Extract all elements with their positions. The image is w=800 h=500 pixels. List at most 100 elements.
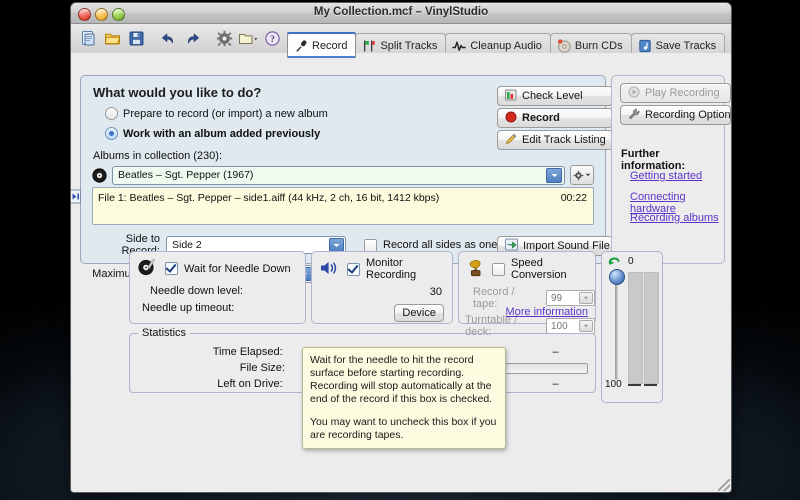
what-would-you-like-panel: What would you like to do? Prepare to re… — [80, 75, 606, 264]
side-to-record-value: Side 2 — [172, 239, 202, 251]
blue-note-icon — [638, 39, 652, 53]
open-folder-icon[interactable] — [101, 28, 123, 50]
level-bar-left — [628, 272, 643, 384]
tooltip-paragraph-2: You may want to uncheck this box if you … — [310, 416, 498, 442]
needle-down-level-label: Needle down level: — [150, 285, 243, 297]
album-combo-box[interactable]: Beatles – Sgt. Pepper (1967) — [112, 166, 565, 185]
meter-bottom-value: 100 — [605, 379, 622, 390]
turntable-deck-field[interactable]: 100 — [546, 318, 595, 334]
record-tape-value: 99 — [551, 293, 562, 304]
link-recording-albums[interactable]: Recording albums — [630, 212, 719, 224]
toolbar-icon-group: ? — [71, 28, 283, 50]
edit-track-listing-button[interactable]: Edit Track Listing — [497, 130, 613, 150]
speed-conversion-panel: Speed Conversion Record / tape: 99 Turnt… — [458, 251, 596, 324]
wrench-icon — [628, 108, 640, 123]
radio-button-icon[interactable] — [105, 107, 118, 120]
content-area: What would you like to do? Prepare to re… — [71, 53, 731, 492]
tab-bar: Record Split Tracks Cleanup Audio Burn C… — [287, 24, 724, 53]
loop-arrow-icon[interactable] — [608, 256, 621, 270]
file-list-box[interactable]: File 1: Beatles – Sgt. Pepper – side1.ai… — [92, 187, 594, 225]
cd-disc-icon — [557, 39, 571, 53]
device-button[interactable]: Device — [394, 304, 444, 322]
chevron-down-icon[interactable] — [546, 168, 562, 183]
record-all-sides-label: Record all sides as one file — [383, 239, 514, 251]
tab-label: Save Tracks — [656, 40, 717, 52]
file-list-item[interactable]: File 1: Beatles – Sgt. Pepper – side1.ai… — [93, 188, 593, 205]
statistics-title: Statistics — [138, 327, 190, 339]
wait-for-needle-down-label: Wait for Needle Down — [184, 263, 291, 275]
chevron-down-icon[interactable] — [329, 238, 344, 252]
turntable-deck-value: 100 — [551, 321, 568, 332]
play-recording-button[interactable]: Play Recording — [620, 83, 731, 103]
pencil-icon — [505, 133, 517, 148]
tab-label: Record — [312, 40, 347, 52]
wait-for-needle-down-checkbox[interactable] — [165, 262, 178, 275]
play-triangle-icon — [628, 86, 640, 101]
record-disc-icon — [92, 168, 107, 183]
level-bars-icon — [505, 89, 517, 104]
undo-arrow-icon[interactable] — [157, 28, 179, 50]
record-tape-field[interactable]: 99 — [546, 290, 595, 306]
check-level-button[interactable]: Check Level — [497, 86, 613, 106]
window-resize-handle[interactable] — [718, 479, 730, 491]
toolbar: ? Record Split Tracks Cleanup Audio — [71, 24, 731, 54]
record-button[interactable]: Record — [497, 108, 613, 128]
speaker-icon — [319, 260, 341, 279]
chevron-down-icon[interactable] — [579, 292, 593, 304]
folder-dropdown-icon[interactable] — [237, 28, 259, 50]
microphone-icon — [294, 39, 308, 53]
monitor-value: 30 — [430, 286, 442, 298]
albums-in-collection-label: Albums in collection (230): — [93, 150, 605, 162]
further-information-title: Further information: — [621, 148, 724, 172]
tab-label: Burn CDs — [575, 40, 623, 52]
volume-slider-track[interactable] — [615, 272, 618, 380]
file-entry-text: File 1: Beatles – Sgt. Pepper – side1.ai… — [98, 192, 439, 204]
file-size-label: File Size: — [130, 362, 285, 374]
record-dot-icon — [505, 111, 517, 126]
record-label: Record — [522, 112, 560, 124]
tooltip-paragraph-1: Wait for the needle to hit the record su… — [310, 354, 498, 407]
split-flags-icon — [362, 39, 376, 53]
edit-track-listing-label: Edit Track Listing — [522, 134, 606, 146]
radio-button-selected-icon[interactable] — [105, 127, 118, 140]
link-getting-started[interactable]: Getting started — [630, 170, 702, 182]
gear-icon[interactable] — [213, 28, 235, 50]
play-recording-label: Play Recording — [645, 87, 720, 99]
record-all-sides-checkbox[interactable] — [364, 239, 377, 252]
volume-slider-knob[interactable] — [609, 269, 625, 285]
speed-conversion-checkbox[interactable] — [492, 263, 505, 276]
new-document-icon[interactable] — [77, 28, 99, 50]
time-elapsed-label: Time Elapsed: — [130, 346, 283, 358]
recording-options-label: Recording Options — [645, 109, 732, 121]
gramophone-icon — [466, 258, 486, 281]
file-entry-duration: 00:22 — [561, 192, 587, 204]
help-question-icon[interactable]: ? — [261, 28, 283, 50]
needle-up-timeout-row: Needle up timeout: — [130, 302, 305, 314]
waveform-icon — [452, 39, 466, 53]
needle-down-level-row: Needle down level: — [130, 285, 305, 297]
monitor-value-row: 30 — [312, 286, 452, 298]
tab-record[interactable]: Record — [287, 32, 356, 58]
link-more-information[interactable]: More information — [505, 306, 588, 318]
redo-arrow-icon[interactable] — [181, 28, 203, 50]
window-title: My Collection.mcf – VinylStudio — [71, 6, 731, 18]
svg-text:?: ? — [270, 35, 275, 45]
tab-label: Split Tracks — [380, 40, 437, 52]
window-titlebar[interactable]: My Collection.mcf – VinylStudio — [71, 3, 731, 24]
clipped-value: – — [516, 378, 595, 390]
album-options-gear-button[interactable] — [570, 165, 594, 185]
save-disk-icon[interactable] — [125, 28, 147, 50]
level-bar-right-base — [644, 384, 657, 386]
tooltip-popup: Wait for the needle to hit the record su… — [302, 347, 506, 449]
monitor-device-row: Device — [312, 304, 452, 322]
meter-top-value: 0 — [628, 256, 634, 267]
monitor-panel-header: Monitor Recording — [312, 252, 452, 281]
recording-options-button[interactable]: Recording Options — [620, 105, 731, 125]
monitor-recording-label: Monitor Recording — [366, 257, 452, 281]
needle-panel-header: Wait for Needle Down — [130, 252, 305, 280]
speed-conversion-label: Speed Conversion — [511, 257, 595, 281]
speed-panel-header: Speed Conversion — [459, 252, 595, 281]
turntable-icon — [137, 257, 159, 280]
chevron-down-icon[interactable] — [579, 320, 593, 332]
monitor-recording-checkbox[interactable] — [347, 263, 360, 276]
